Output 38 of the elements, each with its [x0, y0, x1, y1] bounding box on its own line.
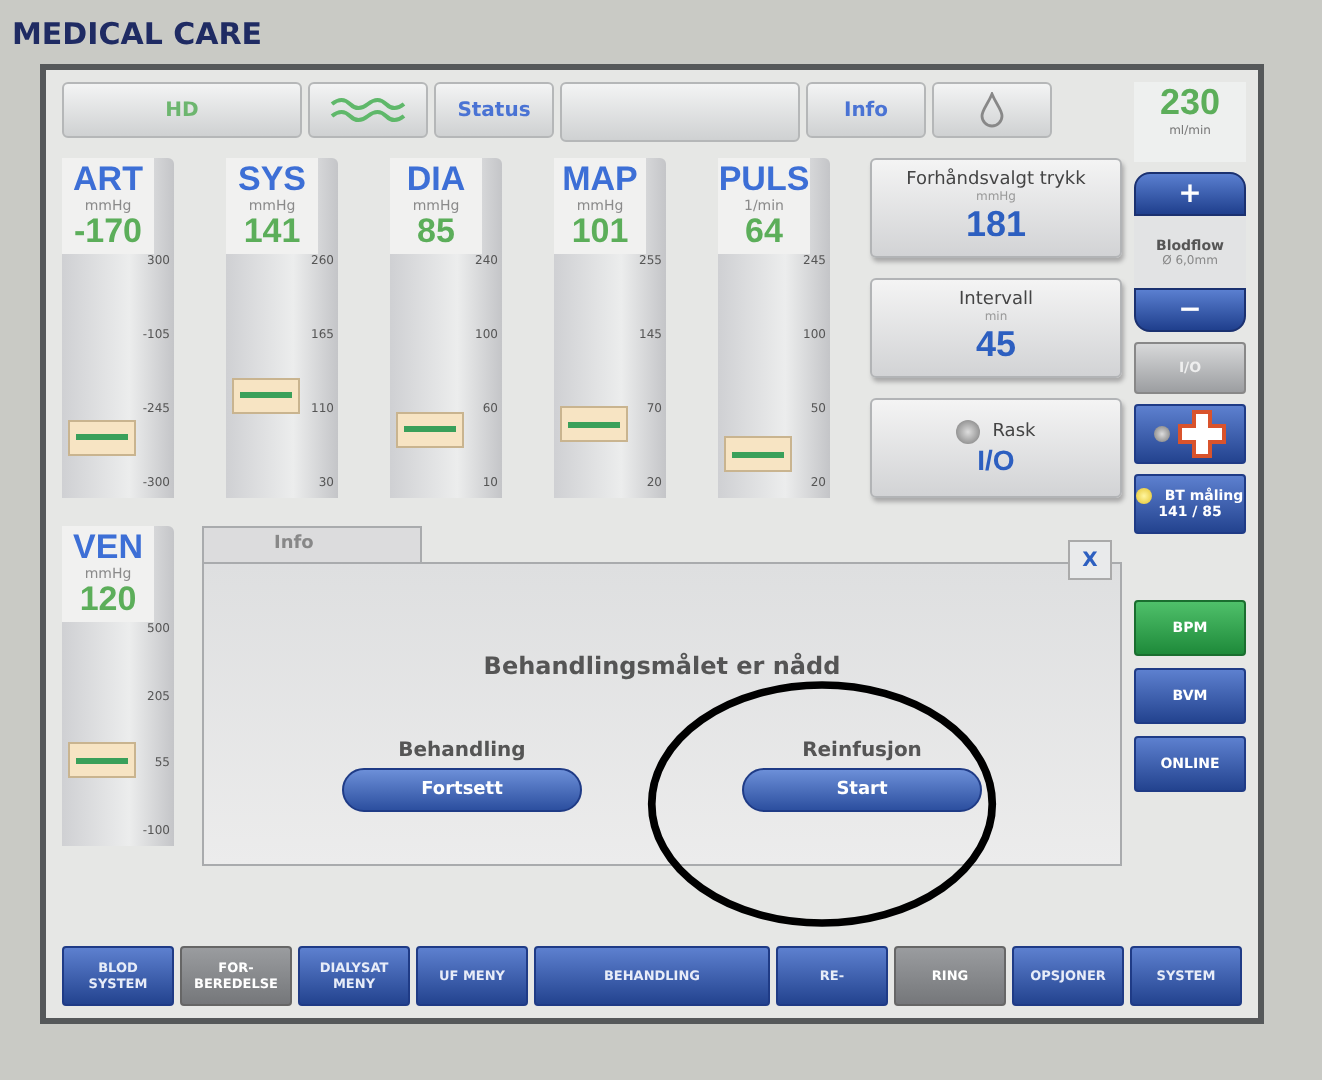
- action-caption: Reinfusjon: [802, 740, 922, 762]
- gauge-value: 85: [417, 214, 455, 250]
- gauge-label: MAP: [562, 162, 638, 198]
- increase-button[interactable]: +: [1134, 172, 1246, 216]
- waves-icon: [328, 94, 408, 126]
- limit-marker[interactable]: [724, 436, 792, 473]
- decrease-button[interactable]: −: [1134, 288, 1246, 332]
- setting-button[interactable]: Rask I/O: [870, 398, 1122, 498]
- side-button[interactable]: [1134, 404, 1246, 464]
- cross-icon: [1178, 410, 1226, 458]
- top-bar-button[interactable]: [560, 82, 800, 142]
- gauge-value: 120: [79, 582, 137, 618]
- gauge-value: 64: [745, 214, 783, 250]
- top-bar-button[interactable]: Info: [806, 82, 926, 138]
- close-button[interactable]: X: [1068, 540, 1112, 580]
- limit-marker[interactable]: [68, 742, 136, 779]
- limit-marker[interactable]: [232, 377, 300, 414]
- action-button[interactable]: Fortsett: [342, 768, 582, 812]
- limit-marker[interactable]: [396, 411, 464, 448]
- action-caption: Behandling: [398, 740, 526, 762]
- gauge-label: ART: [73, 162, 143, 198]
- drop-icon: [980, 92, 1004, 128]
- top-bar-button[interactable]: [308, 82, 428, 138]
- gauge-value: 141: [243, 214, 301, 250]
- limit-marker[interactable]: [560, 406, 628, 443]
- action-button[interactable]: Start: [742, 768, 982, 812]
- gauge-value: -170: [73, 214, 143, 250]
- gauge-label: PULS: [718, 162, 810, 198]
- dialog-message: Behandlingsmålet er nådd: [483, 652, 841, 680]
- limit-marker[interactable]: [68, 419, 136, 455]
- gauge-label: DIA: [406, 162, 466, 198]
- gauge-label: SYS: [237, 162, 307, 198]
- flow-value: 230: [1159, 82, 1221, 124]
- top-bar-button[interactable]: [932, 82, 1052, 138]
- gauge-value: 101: [571, 214, 629, 250]
- top-bar-button[interactable]: Status: [434, 82, 554, 138]
- brand-label: MEDICAL CARE: [12, 16, 265, 56]
- gauge-label: VEN: [73, 530, 143, 566]
